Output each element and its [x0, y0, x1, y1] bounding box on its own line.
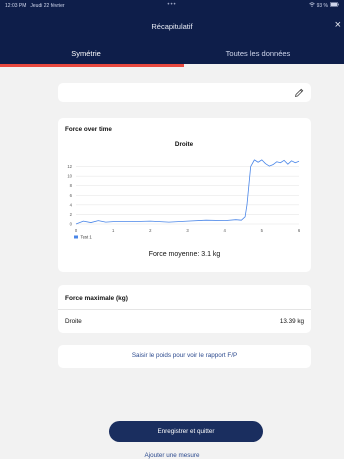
x-tick-5: 5: [261, 228, 264, 233]
average-force-label: Force moyenne: 3.1 kg: [148, 251, 221, 258]
y-tick-6: 6: [70, 193, 73, 198]
weight-ratio-card[interactable]: Saisir le poids pour voir le rapport F/P: [58, 345, 311, 368]
status-bar: 12:03 PM Jeudi 22 février ••• 93 %: [0, 0, 344, 11]
max-force-side-label: Droite: [65, 318, 82, 325]
tab-toutes-les-donnees[interactable]: Toutes les données: [172, 45, 344, 64]
active-tab-indicator: [0, 64, 184, 67]
max-force-heading: Force maximale (kg): [65, 295, 128, 302]
divider: [58, 309, 311, 310]
x-tick-3: 3: [186, 228, 189, 233]
chart-grid: [76, 166, 299, 225]
y-tick-2: 2: [70, 212, 73, 217]
legend-swatch-test-1: [74, 235, 78, 239]
max-force-value: 13.39 kg: [279, 318, 304, 325]
page-title: Récapitulatif: [151, 22, 193, 31]
y-tick-8: 8: [70, 183, 73, 188]
tab-symetrie[interactable]: Symétrie: [0, 45, 172, 64]
enter-weight-link[interactable]: Saisir le poids pour voir le rapport F/P: [58, 352, 311, 359]
x-tick-6: 6: [298, 228, 301, 233]
force-chart-card: Force over time Droite 0 2 4 6 8 10 12 0123456…: [58, 118, 311, 272]
chart-legend: Test 1: [74, 235, 92, 240]
pencil-icon[interactable]: [293, 86, 305, 98]
y-tick-4: 4: [70, 202, 73, 207]
save-and-quit-button[interactable]: Enregistrer et quitter: [109, 421, 263, 442]
tab-bar: Symétrie Toutes les données: [0, 45, 344, 64]
force-line-chart: Droite 024681012 0123456 Test 1: [67, 141, 301, 240]
max-force-card: Force maximale (kg) Droite 13.39 kg: [58, 285, 311, 333]
name-field[interactable]: [58, 83, 311, 102]
x-axis-ticks: 0 1 2 3 4 5 6: [75, 228, 301, 233]
y-axis-ticks: 0 2 4 6 8 10 12: [67, 164, 72, 226]
add-measurement-link[interactable]: Ajouter une mesure: [0, 452, 344, 459]
multitask-dots[interactable]: •••: [0, 2, 344, 8]
app-header: Récapitulatif × Symétrie Toutes les donn…: [0, 11, 344, 64]
close-icon[interactable]: ×: [335, 20, 341, 31]
x-tick-4: 4: [223, 228, 226, 233]
x-tick-0: 0: [75, 228, 78, 233]
x-tick-2: 2: [149, 228, 152, 233]
y-tick-0: 0: [70, 222, 73, 227]
legend-label-test-1: Test 1: [81, 235, 93, 240]
chart-title: Droite: [175, 141, 194, 148]
y-tick-10: 10: [67, 174, 72, 179]
x-tick-1: 1: [112, 228, 115, 233]
y-tick-12: 12: [67, 164, 72, 169]
